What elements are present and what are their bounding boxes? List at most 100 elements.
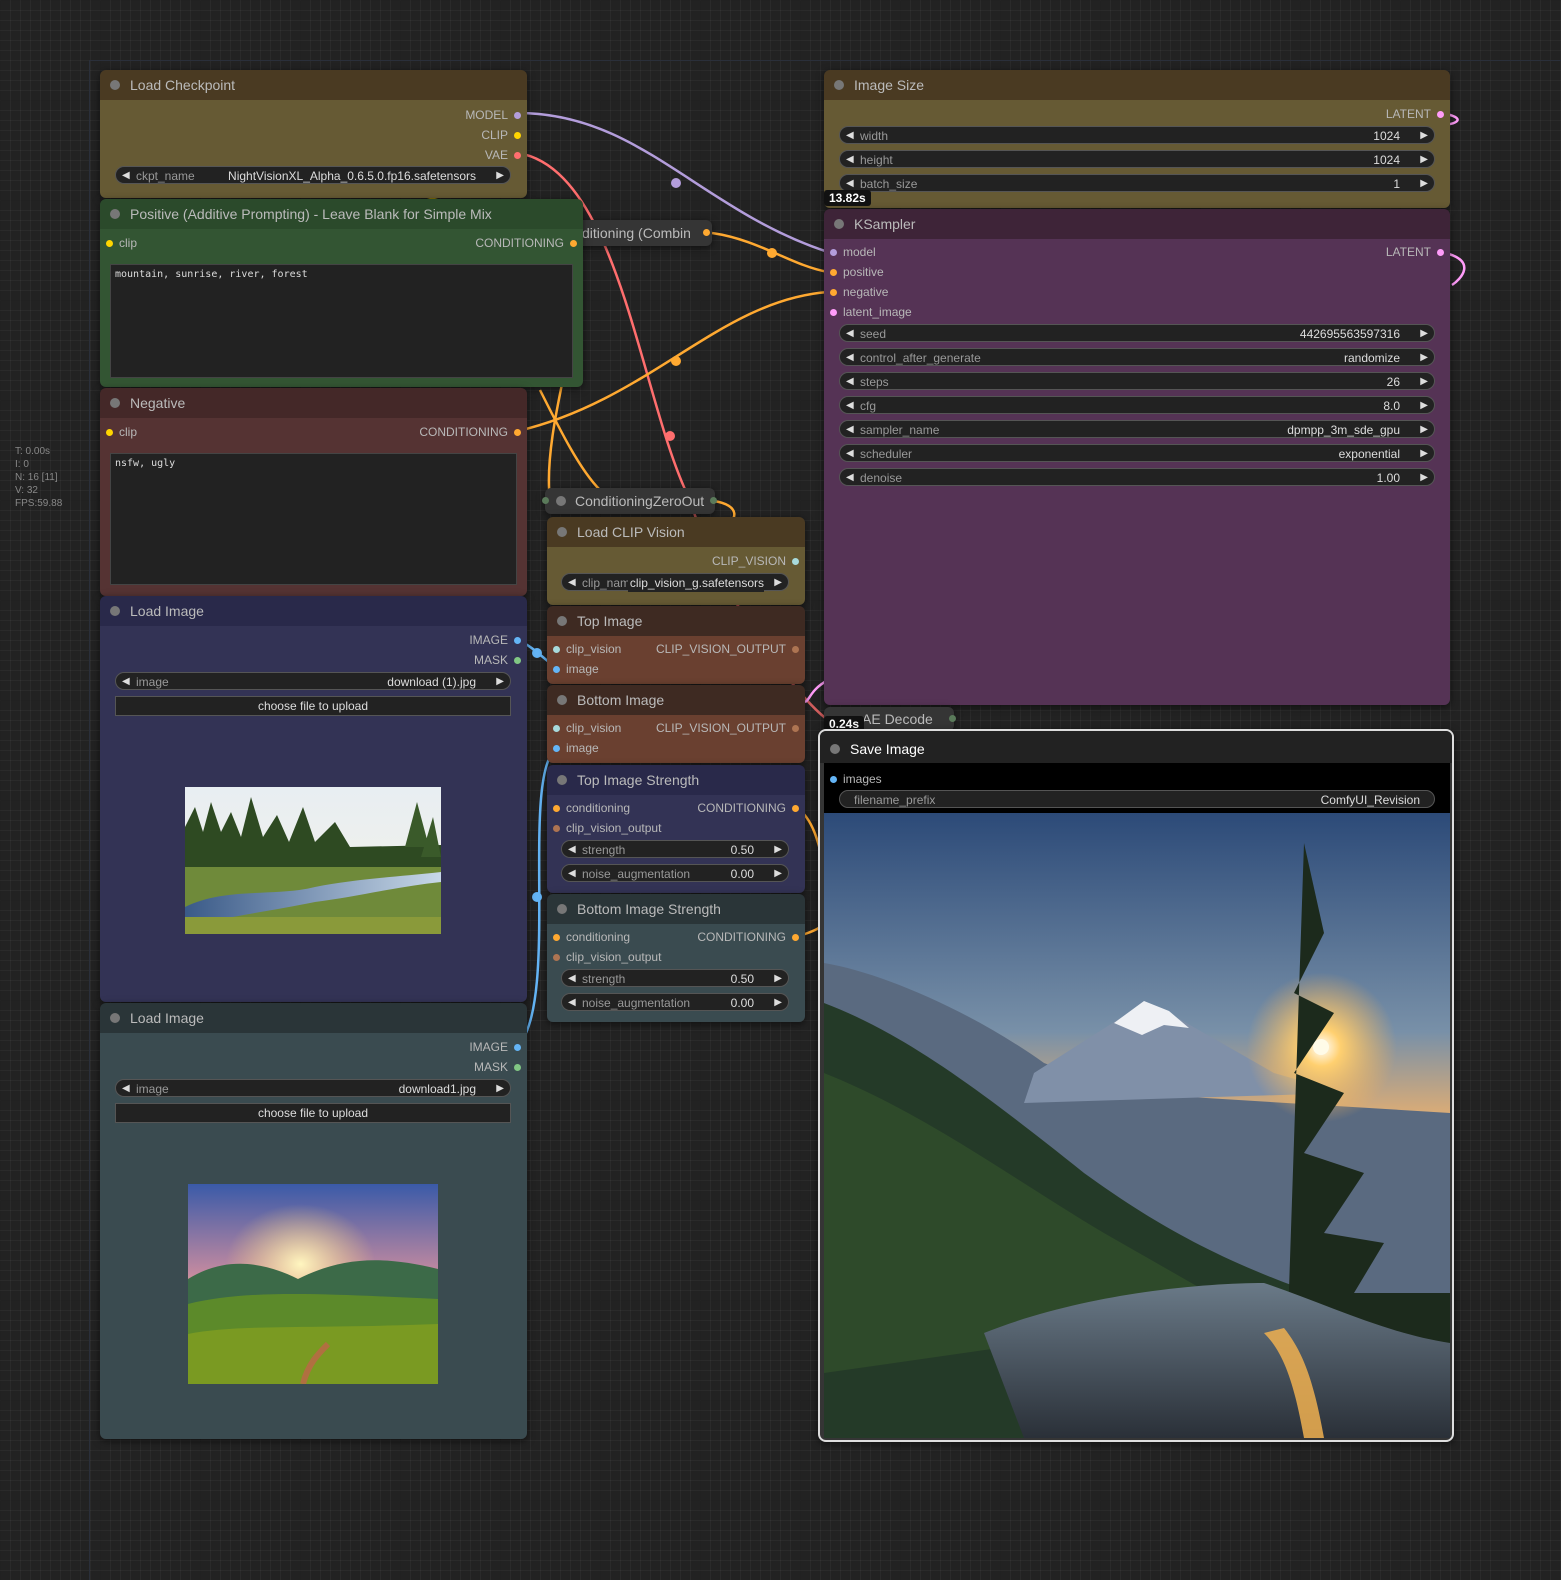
- upload-button[interactable]: choose file to upload: [115, 1103, 511, 1123]
- arrow-right-icon[interactable]: ▶: [1420, 469, 1428, 487]
- collapse-dot-icon[interactable]: [110, 209, 120, 219]
- output-conditioning[interactable]: CONDITIONING: [475, 236, 577, 250]
- image-combo[interactable]: ◀ image download (1).jpg ▶: [115, 672, 511, 690]
- node-ksampler[interactable]: KSampler model positive negative latent_…: [824, 209, 1450, 705]
- noise-augmentation-slider[interactable]: ◀ noise_augmentation 0.00 ▶: [561, 993, 789, 1011]
- slot-dot-icon[interactable]: [830, 309, 837, 317]
- arrow-right-icon[interactable]: ▶: [1420, 373, 1428, 391]
- collapse-dot-icon[interactable]: [557, 527, 567, 537]
- arrow-left-icon[interactable]: ◀: [122, 167, 130, 185]
- output-conditioning[interactable]: CONDITIONING: [697, 801, 799, 815]
- upload-button[interactable]: choose file to upload: [115, 696, 511, 716]
- slot-dot-icon[interactable]: [514, 1064, 521, 1072]
- input-image[interactable]: image: [553, 662, 599, 676]
- slot-dot-icon[interactable]: [553, 745, 560, 753]
- input-positive[interactable]: positive: [830, 265, 884, 279]
- output-model[interactable]: MODEL: [465, 108, 521, 122]
- node-title-bar[interactable]: Top Image: [547, 606, 805, 636]
- slot-dot-icon[interactable]: [106, 429, 113, 437]
- arrow-right-icon[interactable]: ▶: [774, 841, 782, 859]
- output-latent[interactable]: LATENT: [1386, 107, 1444, 121]
- output-mask[interactable]: MASK: [474, 653, 521, 667]
- collapse-dot-icon[interactable]: [110, 1013, 120, 1023]
- strength-slider[interactable]: ◀ strength 0.50 ▶: [561, 969, 789, 987]
- slot-dot-icon[interactable]: [830, 249, 837, 257]
- noise-augmentation-slider[interactable]: ◀ noise_augmentation 0.00 ▶: [561, 864, 789, 882]
- output-conditioning[interactable]: CONDITIONING: [697, 930, 799, 944]
- arrow-right-icon[interactable]: ▶: [774, 970, 782, 988]
- arrow-left-icon[interactable]: ◀: [122, 1080, 130, 1098]
- node-title-bar[interactable]: Positive (Additive Prompting) - Leave Bl…: [100, 199, 583, 229]
- input-clip-vision-output[interactable]: clip_vision_output: [553, 821, 661, 835]
- slot-dot-icon[interactable]: [792, 934, 799, 942]
- input-clip[interactable]: clip: [106, 236, 137, 250]
- node-title-bar[interactable]: Image Size: [824, 70, 1450, 100]
- arrow-left-icon[interactable]: ◀: [846, 445, 854, 463]
- slot-dot-icon[interactable]: [553, 954, 560, 962]
- image-combo[interactable]: ◀ image download1.jpg ▶: [115, 1079, 511, 1097]
- node-conditioning-zero-out[interactable]: ConditioningZeroOut: [542, 488, 717, 514]
- slot-dot-icon[interactable]: [553, 646, 560, 654]
- arrow-right-icon[interactable]: ▶: [496, 673, 504, 691]
- arrow-left-icon[interactable]: ◀: [846, 469, 854, 487]
- node-image-size[interactable]: Image Size LATENT ◀ width 1024 ▶ ◀ heigh…: [824, 70, 1450, 208]
- collapse-dot-icon[interactable]: [557, 775, 567, 785]
- slot-dot-icon[interactable]: [106, 240, 113, 248]
- slot-dot-icon[interactable]: [514, 132, 521, 140]
- arrow-left-icon[interactable]: ◀: [568, 865, 576, 883]
- slot-dot-icon[interactable]: [792, 646, 799, 654]
- arrow-left-icon[interactable]: ◀: [846, 397, 854, 415]
- collapse-dot-icon[interactable]: [110, 606, 120, 616]
- output-image[interactable]: IMAGE: [469, 633, 521, 647]
- arrow-right-icon[interactable]: ▶: [1420, 325, 1428, 343]
- node-title-bar[interactable]: Top Image Strength: [547, 765, 805, 795]
- arrow-left-icon[interactable]: ◀: [846, 349, 854, 367]
- arrow-right-icon[interactable]: ▶: [1420, 397, 1428, 415]
- slot-dot-icon[interactable]: [830, 776, 837, 784]
- input-latent-image[interactable]: latent_image: [830, 305, 912, 319]
- scheduler-combo[interactable]: ◀ scheduler exponential ▶: [839, 444, 1435, 462]
- arrow-right-icon[interactable]: ▶: [774, 994, 782, 1012]
- arrow-left-icon[interactable]: ◀: [846, 127, 854, 145]
- node-title-bar[interactable]: Save Image: [820, 731, 1452, 763]
- output-clip-vision-output[interactable]: CLIP_VISION_OUTPUT: [656, 721, 799, 735]
- control-after-generate-combo[interactable]: ◀ control_after_generate randomize ▶: [839, 348, 1435, 366]
- slot-dot-icon[interactable]: [830, 269, 837, 277]
- input-model[interactable]: model: [830, 245, 876, 259]
- arrow-left-icon[interactable]: ◀: [568, 574, 576, 592]
- node-negative-prompt[interactable]: Negative clip CONDITIONING nsfw, ugly: [100, 388, 527, 596]
- arrow-left-icon[interactable]: ◀: [846, 373, 854, 391]
- output-mask[interactable]: MASK: [474, 1060, 521, 1074]
- arrow-right-icon[interactable]: ▶: [1420, 421, 1428, 439]
- arrow-left-icon[interactable]: ◀: [122, 673, 130, 691]
- output-clip-vision[interactable]: CLIP_VISION: [712, 554, 799, 568]
- prompt-textarea[interactable]: nsfw, ugly: [110, 453, 517, 585]
- node-positive-prompt[interactable]: Positive (Additive Prompting) - Leave Bl…: [100, 199, 583, 387]
- node-title-bar[interactable]: Load CLIP Vision: [547, 517, 805, 547]
- cfg-number[interactable]: ◀ cfg 8.0 ▶: [839, 396, 1435, 414]
- strength-slider[interactable]: ◀ strength 0.50 ▶: [561, 840, 789, 858]
- slot-dot-icon[interactable]: [514, 429, 521, 437]
- slot-dot-icon[interactable]: [514, 112, 521, 120]
- output-clip[interactable]: CLIP: [481, 128, 521, 142]
- slot-dot-icon[interactable]: [553, 934, 560, 942]
- height-number[interactable]: ◀ height 1024 ▶: [839, 150, 1435, 168]
- node-title-bar[interactable]: Load Image: [100, 596, 527, 626]
- node-title-bar[interactable]: Load Image: [100, 1003, 527, 1033]
- arrow-left-icon[interactable]: ◀: [846, 151, 854, 169]
- output-clip-vision-output[interactable]: CLIP_VISION_OUTPUT: [656, 642, 799, 656]
- arrow-left-icon[interactable]: ◀: [568, 970, 576, 988]
- collapse-dot-icon[interactable]: [834, 80, 844, 90]
- output-latent[interactable]: LATENT: [1386, 245, 1444, 259]
- slot-dot-icon[interactable]: [570, 240, 577, 248]
- output-vae[interactable]: VAE: [485, 148, 521, 162]
- input-conditioning[interactable]: conditioning: [553, 801, 630, 815]
- collapse-dot-icon[interactable]: [830, 744, 840, 754]
- output-image[interactable]: IMAGE: [469, 1040, 521, 1054]
- slot-dot-icon[interactable]: [553, 825, 560, 833]
- input-clip-vision[interactable]: clip_vision: [553, 721, 621, 735]
- node-title-bar[interactable]: Negative: [100, 388, 527, 418]
- input-clip-vision-output[interactable]: clip_vision_output: [553, 950, 661, 964]
- input-negative[interactable]: negative: [830, 285, 888, 299]
- collapse-dot-icon[interactable]: [556, 496, 566, 506]
